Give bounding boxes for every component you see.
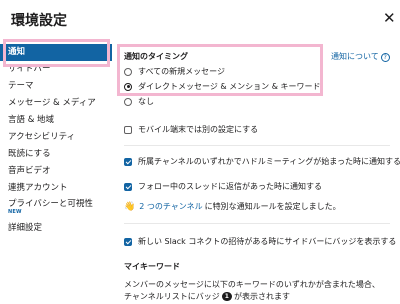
radio-dm-mentions-keywords[interactable]: ダイレクトメッセージ & メンション & キーワード <box>124 81 321 92</box>
sidebar-item-connected-accounts[interactable]: 連携アカウント <box>0 180 112 197</box>
checkbox-slack-connect-badge[interactable]: 新しい Slack コネクトの招待がある時にサイドバーにバッジを表示する <box>124 236 396 247</box>
sidebar-item-theme[interactable]: テーマ <box>0 78 112 95</box>
radio-label: ダイレクトメッセージ & メンション & キーワード <box>138 82 321 91</box>
checkbox-label: モバイル端末では別の設定にする <box>138 125 259 134</box>
sidebar-item-audio-video[interactable]: 音声ビデオ <box>0 163 112 180</box>
sidebar: 通知 サイドバー テーマ メッセージ & メディア 言語 & 地域 アクセシビリ… <box>0 44 112 237</box>
divider <box>124 223 390 224</box>
sidebar-item-advanced[interactable]: 詳細設定 <box>0 220 112 237</box>
new-badge: NEW <box>8 209 22 215</box>
checkbox[interactable] <box>124 157 132 166</box>
checkbox[interactable] <box>124 237 132 246</box>
radio-label: なし <box>138 97 154 106</box>
checkbox-mobile-separate[interactable]: モバイル端末では別の設定にする <box>124 124 258 135</box>
radio-button[interactable] <box>124 67 132 76</box>
radio-all-messages[interactable]: すべての新規メッセージ <box>124 66 225 77</box>
help-icon: ? <box>380 53 390 62</box>
timing-section-title: 通知のタイミング <box>124 52 188 61</box>
keywords-description-line1: メンバーのメッセージに以下のキーワードのいずれかが含まれた場合、 <box>124 280 380 289</box>
sidebar-item-accessibility[interactable]: アクセシビリティ <box>0 129 112 146</box>
keywords-desc-post: が表示されます <box>233 292 290 301</box>
sidebar-item-sidebar[interactable]: サイドバー <box>0 61 112 78</box>
about-notifications-label: 通知について <box>331 52 379 61</box>
checkbox-thread-reply[interactable]: フォロー中のスレッドに返信があった時に通知する <box>124 181 322 192</box>
preferences-title: 環境設定 <box>11 13 67 29</box>
count-badge: 1 <box>221 292 232 301</box>
radio-label: すべての新規メッセージ <box>138 67 225 76</box>
channel-rule-text: に特別な通知ルールを設定しました。 <box>204 202 341 211</box>
checkbox-huddle[interactable]: 所属チャンネルのいずれかでハドルミーティングが始まった時に通知する <box>124 156 400 167</box>
sidebar-item-language-region[interactable]: 言語 & 地域 <box>0 112 112 129</box>
checkbox-label: フォロー中のスレッドに返信があった時に通知する <box>138 182 322 191</box>
radio-button[interactable] <box>124 97 132 106</box>
sidebar-item-mark-as-read[interactable]: 既読にする <box>0 146 112 163</box>
channel-rule-note: 👋 2 つのチャンネル に特別な通知ルールを設定しました。 <box>124 201 341 212</box>
sidebar-item-label: プライバシーと可視性 <box>8 199 93 209</box>
sidebar-item-notifications[interactable]: 通知 <box>0 44 112 61</box>
divider <box>124 145 390 146</box>
sidebar-item-privacy-visibility[interactable]: プライバシーと可視性 NEW <box>0 197 112 220</box>
my-keywords-title: マイキーワード <box>124 262 180 271</box>
close-icon[interactable]: ✕ <box>383 10 396 26</box>
radio-none[interactable]: なし <box>124 96 154 107</box>
about-notifications-link[interactable]: 通知について? <box>331 51 390 62</box>
checkbox-label: 新しい Slack コネクトの招待がある時にサイドバーにバッジを表示する <box>138 237 397 246</box>
checkbox[interactable] <box>124 182 132 191</box>
checkbox[interactable] <box>124 125 132 134</box>
checkbox-label: 所属チャンネルのいずれかでハドルミーティングが始まった時に通知する <box>138 157 400 166</box>
keywords-desc-pre: チャンネルリストにバッジ <box>124 292 220 301</box>
keywords-description-line2: チャンネルリストにバッジ 1 が表示されます <box>124 291 290 302</box>
sidebar-item-messages-media[interactable]: メッセージ & メディア <box>0 95 112 112</box>
radio-button[interactable] <box>124 82 132 91</box>
hand-pointing-icon: 👋 <box>124 201 136 212</box>
channels-link[interactable]: 2 つのチャンネル <box>139 201 202 212</box>
